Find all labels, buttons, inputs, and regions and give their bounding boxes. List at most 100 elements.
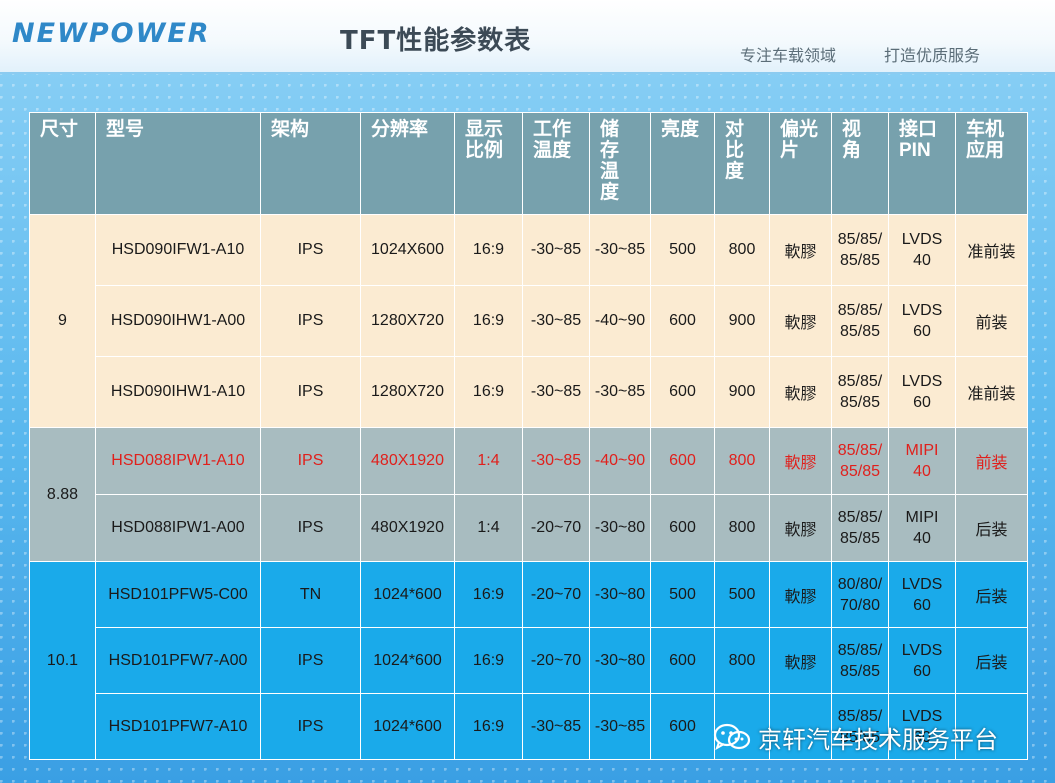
brightness-cell: 600 xyxy=(650,627,715,694)
interface-pin-cell: LVDS 60 xyxy=(888,356,956,428)
column-header: 对比度 xyxy=(714,112,770,215)
view-line: 85/85 xyxy=(839,394,881,411)
model-cell: HSD090IHW1-A10 xyxy=(95,356,261,428)
table-row: HSD090IHW1-A00 IPS 1280X720 16:9 -30~85 -40~9… xyxy=(30,285,1028,357)
pin-line: MIPI xyxy=(905,442,939,459)
company-logo: NEWPOWER xyxy=(12,18,211,49)
brightness-cell: 600 xyxy=(650,285,715,357)
pin-line: 40 xyxy=(913,463,931,480)
contrast-cell: 800 xyxy=(714,427,770,495)
table-row: HSD090IHW1-A10 IPS 1280X720 16:9 -30~85 -30~8… xyxy=(30,356,1028,428)
work-temp-cell: -30~85 xyxy=(522,356,590,428)
polarizer-cell: 軟膠 xyxy=(769,285,832,357)
work-temp-cell: -30~85 xyxy=(522,214,590,286)
view-angle-cell: 85/85/85/85 xyxy=(831,285,889,357)
ratio-cell: 1:4 xyxy=(454,494,523,562)
brightness-cell: 600 xyxy=(650,494,715,562)
view-line: 85/85/ xyxy=(837,231,883,248)
column-header-line: 存 xyxy=(600,140,620,161)
resolution-cell: 480X1920 xyxy=(360,494,455,562)
column-header-line: 车机 xyxy=(966,119,1005,140)
view-line: 80/80/ xyxy=(837,575,883,593)
interface-pin-cell: LVDS 60 xyxy=(888,285,956,357)
view-line: 85/85 xyxy=(839,463,881,480)
application-cell: 后装 xyxy=(955,494,1028,562)
wechat-watermark: 京轩汽车技术服务平台 xyxy=(712,720,1032,754)
column-header-line: 片 xyxy=(780,140,800,161)
storage-temp-cell: -40~90 xyxy=(589,427,651,495)
column-header-line: 度 xyxy=(725,161,745,182)
table-row: 8.88 HSD088IPW1-A10 IPS 480X1920 1:4 -30~85 -4… xyxy=(29,427,1028,562)
model-cell: HSD101PFW5-C00 xyxy=(95,561,261,628)
ratio-cell: 16:9 xyxy=(454,356,523,428)
pin-line: LVDS xyxy=(901,373,943,390)
pin-line: 60 xyxy=(913,394,931,411)
contrast-cell: 500 xyxy=(714,561,770,628)
pin-line: 40 xyxy=(913,252,931,269)
pin-line: 40 xyxy=(913,530,931,547)
column-header: 偏光片 xyxy=(769,112,832,215)
pin-line: 60 xyxy=(913,596,931,614)
resolution-cell: 1024*600 xyxy=(360,627,455,694)
arch-cell: IPS xyxy=(260,214,361,286)
resolution-cell: 1024X600 xyxy=(360,214,455,286)
contrast-cell: 800 xyxy=(714,627,770,694)
work-temp-cell: -20~70 xyxy=(522,494,590,562)
application-cell: 准前装 xyxy=(955,356,1028,428)
model-cell: HSD101PFW7-A10 xyxy=(95,693,261,760)
column-header-line: 角 xyxy=(842,140,862,161)
column-header-line: 工作 xyxy=(533,119,572,140)
resolution-cell: 1280X720 xyxy=(360,285,455,357)
view-angle-cell: 85/85/85/85 xyxy=(831,356,889,428)
table-row: HSD101PFW7-A00 IPS 1024*600 16:9 -20~70 -30~8… xyxy=(30,627,1028,694)
work-temp-cell: -30~85 xyxy=(522,693,590,760)
resolution-cell: 1024*600 xyxy=(360,561,455,628)
interface-pin-cell: MIPI 40 xyxy=(888,494,956,562)
wechat-account-name: 京轩汽车技术服务平台 xyxy=(758,726,998,754)
interface-pin-cell: LVDS 60 xyxy=(888,561,956,628)
resolution-cell: 1024*600 xyxy=(360,693,455,760)
table-row: 10.1 HSD101PFW5-C00 TN 1024*600 16:9 -20~70 -3… xyxy=(29,561,1028,760)
view-angle-cell: 85/85/85/85 xyxy=(831,627,889,694)
application-cell: 后装 xyxy=(955,627,1028,694)
column-header-line: PIN xyxy=(899,140,931,161)
polarizer-cell: 軟膠 xyxy=(769,561,832,628)
column-header-line: 比例 xyxy=(465,140,504,161)
arch-cell: IPS xyxy=(260,693,361,760)
storage-temp-cell: -30~85 xyxy=(589,693,651,760)
slogan-left: 专注车载领域 xyxy=(740,46,837,65)
column-header-line: 亮度 xyxy=(661,119,700,140)
slogan-right: 打造优质服务 xyxy=(884,46,981,65)
column-header: 架构 xyxy=(260,112,361,215)
column-header-line: 储 xyxy=(600,119,620,140)
view-angle-cell: 85/85/85/85 xyxy=(831,214,889,286)
view-line: 70/80 xyxy=(839,596,881,614)
column-header-line: 偏光 xyxy=(780,119,819,140)
column-header: 车机 应用 xyxy=(955,112,1028,215)
model-cell: HSD090IFW1-A10 xyxy=(95,214,261,286)
view-line: 85/85/ xyxy=(837,442,883,459)
view-line: 85/85/ xyxy=(837,302,883,319)
polarizer-cell: 軟膠 xyxy=(769,214,832,286)
column-header: 显示 比例 xyxy=(454,112,523,215)
resolution-cell: 1280X720 xyxy=(360,356,455,428)
model-cell: HSD090IHW1-A00 xyxy=(95,285,261,357)
slide-header: NEWPOWER TFT性能参数表 专注车载领域 打造优质服务 xyxy=(0,0,1055,74)
column-header-line: 架构 xyxy=(271,119,310,140)
contrast-cell: 900 xyxy=(714,285,770,357)
contrast-cell: 800 xyxy=(714,214,770,286)
resolution-cell: 480X1920 xyxy=(360,427,455,495)
arch-cell: IPS xyxy=(260,494,361,562)
brightness-cell: 500 xyxy=(650,561,715,628)
ratio-cell: 16:9 xyxy=(454,561,523,628)
arch-cell: IPS xyxy=(260,356,361,428)
table-header-row: 尺寸 型号 架构 分辨率 显示 比例 工作 温度储存温度亮度对比度偏光片视角接口 PIN 车机 应用 xyxy=(29,112,1028,215)
ratio-cell: 16:9 xyxy=(454,285,523,357)
column-header-line: 视 xyxy=(842,119,862,140)
column-header-line: 型号 xyxy=(106,119,145,140)
pin-line: LVDS xyxy=(901,302,943,319)
work-temp-cell: -20~70 xyxy=(522,561,590,628)
column-header-line: 比 xyxy=(725,140,745,161)
column-header: 视角 xyxy=(831,112,889,215)
view-angle-cell: 85/85/85/85 xyxy=(831,494,889,562)
